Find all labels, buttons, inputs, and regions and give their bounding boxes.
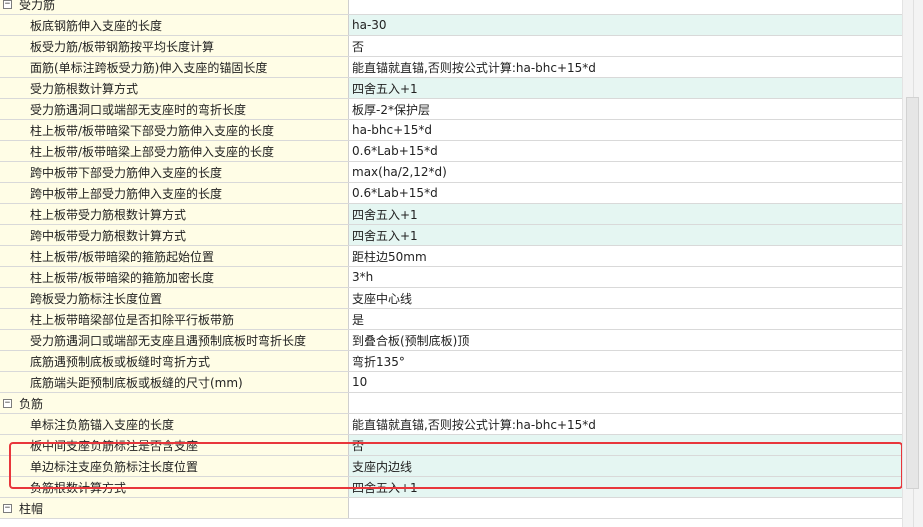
property-name: 柱上板带/板带暗梁的箍筋加密长度 — [0, 267, 349, 287]
property-row[interactable]: 跨板受力筋标注长度位置 支座中心线 — [0, 288, 902, 309]
property-name: 底筋端头距预制底板或板缝的尺寸(mm) — [0, 372, 349, 392]
property-value[interactable]: 四舍五入+1 — [349, 204, 902, 224]
property-value[interactable]: 0.6*Lab+15*d — [349, 183, 902, 203]
group-label: 受力筋 — [19, 0, 56, 12]
property-name: 跨中板带受力筋根数计算方式 — [0, 225, 349, 245]
property-row[interactable]: 柱上板带暗梁部位是否扣除平行板带筋 是 — [0, 309, 902, 330]
property-name: 柱上板带/板带暗梁的箍筋起始位置 — [0, 246, 349, 266]
collapse-toggle-icon[interactable]: − — [3, 503, 12, 513]
property-name: 负筋根数计算方式 — [0, 477, 349, 497]
property-name: 柱上板带/板带暗梁上部受力筋伸入支座的长度 — [0, 141, 349, 161]
property-name: 受力筋根数计算方式 — [0, 78, 349, 98]
group-name-cell: − 柱帽 — [0, 498, 349, 518]
property-row[interactable]: 单边标注支座负筋标注长度位置 支座内边线 — [0, 456, 902, 477]
property-name: 单标注负筋锚入支座的长度 — [0, 414, 349, 434]
property-value[interactable]: 四舍五入+1 — [349, 225, 902, 245]
property-row[interactable]: 受力筋遇洞口或端部无支座时的弯折长度 板厚-2*保护层 — [0, 99, 902, 120]
scrollbar-thumb[interactable] — [906, 97, 919, 489]
property-row[interactable]: 板受力筋/板带钢筋按平均长度计算 否 — [0, 36, 902, 57]
property-value[interactable]: ha-bhc+15*d — [349, 120, 902, 140]
property-row[interactable]: 跨中板带上部受力筋伸入支座的长度 0.6*Lab+15*d — [0, 183, 902, 204]
property-row[interactable]: 底筋遇预制底板或板缝时弯折方式 弯折135° — [0, 351, 902, 372]
group-value-cell — [349, 498, 902, 518]
property-name: 柱上板带/板带暗梁下部受力筋伸入支座的长度 — [0, 120, 349, 140]
property-name: 柱上板带暗梁部位是否扣除平行板带筋 — [0, 309, 349, 329]
property-row[interactable]: 受力筋根数计算方式 四舍五入+1 — [0, 78, 902, 99]
property-value[interactable]: 否 — [349, 435, 902, 455]
group-label: 负筋 — [19, 396, 44, 411]
collapse-toggle-icon[interactable]: − — [3, 0, 12, 9]
group-name-cell: − 负筋 — [0, 393, 349, 413]
group-label: 柱帽 — [19, 501, 44, 516]
property-name: 跨中板带下部受力筋伸入支座的长度 — [0, 162, 349, 182]
group-header-zhumao[interactable]: − 柱帽 — [0, 498, 902, 519]
property-name: 受力筋遇洞口或端部无支座时的弯折长度 — [0, 99, 349, 119]
property-value[interactable]: 四舍五入+1 — [349, 78, 902, 98]
property-row[interactable]: 柱上板带/板带暗梁下部受力筋伸入支座的长度 ha-bhc+15*d — [0, 120, 902, 141]
property-value[interactable]: 四舍五入+1 — [349, 477, 902, 497]
property-row[interactable]: 面筋(单标注跨板受力筋)伸入支座的锚固长度 能直锚就直锚,否则按公式计算:ha-… — [0, 57, 902, 78]
property-value[interactable]: 10 — [349, 372, 902, 392]
property-name: 板底钢筋伸入支座的长度 — [0, 15, 349, 35]
property-value[interactable]: ha-30 — [349, 15, 902, 35]
property-value[interactable]: 是 — [349, 309, 902, 329]
property-row[interactable]: 负筋根数计算方式 四舍五入+1 — [0, 477, 902, 498]
vertical-scrollbar[interactable] — [902, 0, 923, 527]
collapse-toggle-icon[interactable]: − — [3, 398, 12, 408]
property-row[interactable]: 柱上板带/板带暗梁的箍筋起始位置 距柱边50mm — [0, 246, 902, 267]
property-value[interactable]: 能直锚就直锚,否则按公式计算:ha-bhc+15*d — [349, 57, 902, 77]
property-row[interactable]: 单标注负筋锚入支座的长度 能直锚就直锚,否则按公式计算:ha-bhc+15*d — [0, 414, 902, 435]
property-row[interactable]: 柱上板带/板带暗梁上部受力筋伸入支座的长度 0.6*Lab+15*d — [0, 141, 902, 162]
property-row[interactable]: 板中间支座负筋标注是否含支座 否 — [0, 435, 902, 456]
property-name: 受力筋遇洞口或端部无支座且遇预制底板时弯折长度 — [0, 330, 349, 350]
property-name: 跨板受力筋标注长度位置 — [0, 288, 349, 308]
property-name: 板受力筋/板带钢筋按平均长度计算 — [0, 36, 349, 56]
property-name: 面筋(单标注跨板受力筋)伸入支座的锚固长度 — [0, 57, 349, 77]
property-name: 板中间支座负筋标注是否含支座 — [0, 435, 349, 455]
property-grid: − 受力筋 板底钢筋伸入支座的长度 ha-30 板受力筋/板带钢筋按平均长度计算… — [0, 0, 902, 519]
property-value[interactable]: 3*h — [349, 267, 902, 287]
property-value[interactable]: 0.6*Lab+15*d — [349, 141, 902, 161]
property-value[interactable]: 支座中心线 — [349, 288, 902, 308]
property-row[interactable]: 柱上板带/板带暗梁的箍筋加密长度 3*h — [0, 267, 902, 288]
property-value[interactable]: 能直锚就直锚,否则按公式计算:ha-bhc+15*d — [349, 414, 902, 434]
property-value[interactable]: 到叠合板(预制底板)顶 — [349, 330, 902, 350]
property-value[interactable]: 弯折135° — [349, 351, 902, 371]
property-row[interactable]: 跨中板带下部受力筋伸入支座的长度 max(ha/2,12*d) — [0, 162, 902, 183]
property-row[interactable]: 柱上板带受力筋根数计算方式 四舍五入+1 — [0, 204, 902, 225]
property-name: 柱上板带受力筋根数计算方式 — [0, 204, 349, 224]
group-name-cell: − 受力筋 — [0, 0, 349, 14]
group-header-shoulijin[interactable]: − 受力筋 — [0, 0, 902, 15]
group-header-fujin[interactable]: − 负筋 — [0, 393, 902, 414]
property-name: 单边标注支座负筋标注长度位置 — [0, 456, 349, 476]
property-value[interactable]: 距柱边50mm — [349, 246, 902, 266]
group-value-cell — [349, 0, 902, 14]
property-row[interactable]: 跨中板带受力筋根数计算方式 四舍五入+1 — [0, 225, 902, 246]
property-value[interactable]: 板厚-2*保护层 — [349, 99, 902, 119]
property-row[interactable]: 板底钢筋伸入支座的长度 ha-30 — [0, 15, 902, 36]
property-value[interactable]: max(ha/2,12*d) — [349, 162, 902, 182]
property-value[interactable]: 否 — [349, 36, 902, 56]
property-row[interactable]: 受力筋遇洞口或端部无支座且遇预制底板时弯折长度 到叠合板(预制底板)顶 — [0, 330, 902, 351]
property-row[interactable]: 底筋端头距预制底板或板缝的尺寸(mm) 10 — [0, 372, 902, 393]
property-value[interactable]: 支座内边线 — [349, 456, 902, 476]
property-name: 跨中板带上部受力筋伸入支座的长度 — [0, 183, 349, 203]
group-value-cell — [349, 393, 902, 413]
property-name: 底筋遇预制底板或板缝时弯折方式 — [0, 351, 349, 371]
